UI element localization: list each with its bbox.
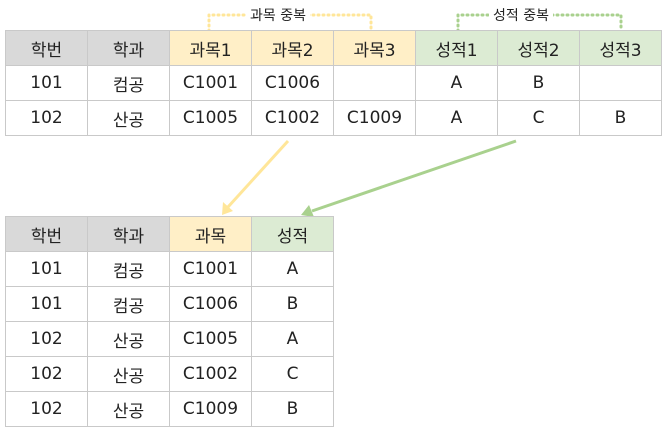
cell: C1009 [333, 100, 416, 136]
subject-arrow-line [226, 139, 290, 209]
cell: C1002 [251, 100, 334, 136]
cell: C1005 [169, 321, 252, 357]
cell: 101 [5, 65, 88, 101]
cell: C1006 [169, 286, 252, 322]
cell: 102 [5, 356, 88, 392]
cell [333, 65, 416, 101]
cell: C1006 [251, 65, 334, 101]
table-row: 101 컴공 C1006 B [5, 286, 334, 322]
cell: C1009 [169, 391, 252, 427]
cell: 산공 [87, 100, 170, 136]
cell: C [497, 100, 580, 136]
cell: 산공 [87, 321, 170, 357]
header-grade-2: 성적2 [497, 30, 580, 66]
header-department: 학과 [87, 216, 170, 252]
header-subject: 과목 [169, 216, 252, 252]
cell: A [415, 100, 498, 136]
grade-arrow-line [311, 139, 517, 213]
cell: C1002 [169, 356, 252, 392]
table-row: 101 컴공 C1001 C1006 A B [5, 65, 662, 101]
cell: B [251, 391, 334, 427]
cell: C1001 [169, 251, 252, 287]
cell: C1005 [169, 100, 252, 136]
header-student-id: 학번 [5, 30, 88, 66]
header-grade-3: 성적3 [579, 30, 662, 66]
cell: 101 [5, 286, 88, 322]
header-row: 학번 학과 과목1 과목2 과목3 성적1 성적2 성적3 [5, 30, 662, 66]
cell: 102 [5, 321, 88, 357]
cell: 산공 [87, 391, 170, 427]
cell: A [251, 321, 334, 357]
cell: A [251, 251, 334, 287]
header-grade-1: 성적1 [415, 30, 498, 66]
table-row: 102 산공 C1005 C1002 C1009 A C B [5, 100, 662, 136]
cell: C [251, 356, 334, 392]
table-row: 102 산공 C1005 A [5, 321, 334, 357]
grade-duplication-label: 성적 중복 [489, 8, 553, 24]
header-subject-3: 과목3 [333, 30, 416, 66]
cell: A [415, 65, 498, 101]
cell: C1001 [169, 65, 252, 101]
header-row: 학번 학과 과목 성적 [5, 216, 334, 252]
cell: 102 [5, 391, 88, 427]
normalized-table: 학번 학과 과목 성적 101 컴공 C1001 A 101 컴공 C1006 … [5, 216, 334, 427]
cell: 컴공 [87, 251, 170, 287]
cell: 산공 [87, 356, 170, 392]
cell: B [497, 65, 580, 101]
subject-arrow-head [222, 202, 233, 215]
header-grade: 성적 [251, 216, 334, 252]
cell: 컴공 [87, 65, 170, 101]
subject-duplication-label: 과목 중복 [246, 8, 310, 24]
header-student-id: 학번 [5, 216, 88, 252]
cell: 101 [5, 251, 88, 287]
cell: B [579, 100, 662, 136]
header-subject-1: 과목1 [169, 30, 252, 66]
cell [579, 65, 662, 101]
table-row: 102 산공 C1002 C [5, 356, 334, 392]
cell: 102 [5, 100, 88, 136]
header-subject-2: 과목2 [251, 30, 334, 66]
cell: 컴공 [87, 286, 170, 322]
unnormalized-table: 학번 학과 과목1 과목2 과목3 성적1 성적2 성적3 101 컴공 C10… [5, 30, 662, 136]
table-row: 101 컴공 C1001 A [5, 251, 334, 287]
cell: B [251, 286, 334, 322]
table-row: 102 산공 C1009 B [5, 391, 334, 427]
header-department: 학과 [87, 30, 170, 66]
